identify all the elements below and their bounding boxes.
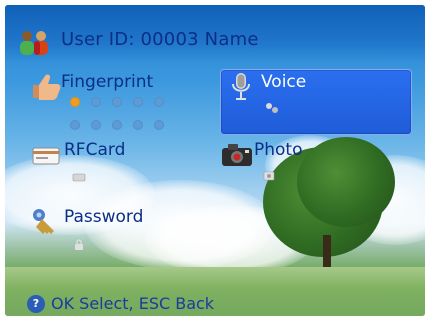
- fingerprint-dot: [70, 120, 80, 130]
- fingerprint-dot: [91, 97, 101, 107]
- keys-icon: [33, 209, 54, 234]
- device-frame: User ID: 00003 Name Fingerprint Voice RF…: [0, 0, 430, 319]
- fingerprint-dot: [154, 97, 164, 107]
- two-people-icon: [20, 31, 48, 55]
- password-label: Password: [64, 207, 144, 227]
- thumbs-up-icon: [33, 74, 61, 100]
- menu-item-voice[interactable]: Voice: [227, 72, 407, 122]
- rfcard-label: RFCard: [64, 140, 126, 160]
- footer-hint: OK Select, ESC Back: [51, 294, 215, 313]
- fingerprint-dot: [112, 120, 122, 130]
- fingerprint-dot: [70, 97, 80, 107]
- fingerprint-dots: [70, 97, 190, 137]
- camera-icon: [222, 144, 252, 166]
- fingerprint-dot: [133, 97, 143, 107]
- photo-label: Photo: [254, 140, 303, 160]
- card-icon: [32, 147, 60, 165]
- lock-icon: [75, 239, 83, 250]
- ok-button-icon: ?: [27, 295, 45, 313]
- fingerprint-dot: [133, 120, 143, 130]
- user-id-label: User ID: 00003 Name: [61, 29, 259, 50]
- voice-label: Voice: [261, 72, 307, 92]
- fingerprint-dot: [91, 120, 101, 130]
- menu-item-password[interactable]: Password: [30, 207, 190, 252]
- voice-status-icon: [266, 103, 278, 113]
- screen: User ID: 00003 Name Fingerprint Voice RF…: [5, 5, 425, 316]
- menu-item-photo[interactable]: Photo: [220, 140, 390, 185]
- microphone-icon: [232, 73, 250, 100]
- rfcard-status-icon: [72, 173, 86, 182]
- photo-status-icon: [263, 171, 275, 181]
- fingerprint-dot: [154, 120, 164, 130]
- fingerprint-label: Fingerprint: [61, 72, 154, 92]
- fingerprint-dot: [112, 97, 122, 107]
- menu-item-rfcard[interactable]: RFCard: [30, 140, 180, 185]
